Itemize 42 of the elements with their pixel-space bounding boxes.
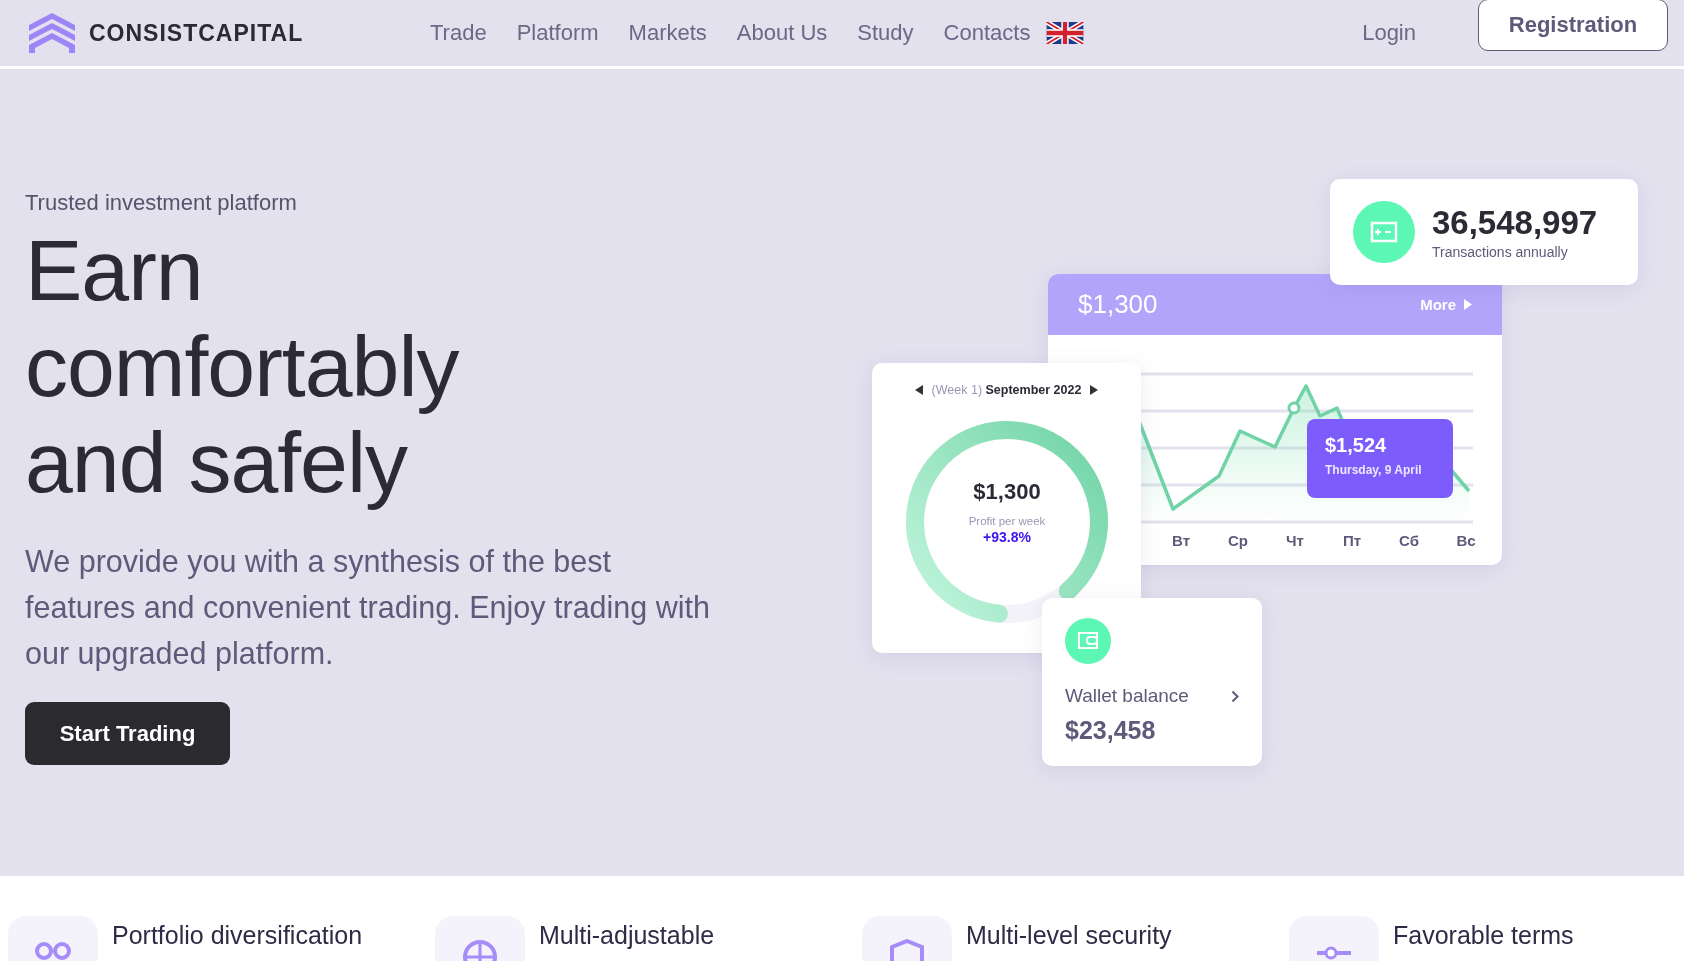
- tooltip-date: Thursday, 9 April: [1325, 463, 1423, 477]
- nav-link[interactable]: Study: [857, 20, 914, 46]
- profit-change: +93.8%: [982, 529, 1032, 545]
- profit-label: Profit per week: [967, 515, 1047, 527]
- day-label: Пт: [1341, 532, 1363, 549]
- stats-label: Transactions annually: [1432, 244, 1569, 260]
- feature-title: Multi-adjustable: [539, 920, 715, 951]
- profit-amount: $1,300: [972, 479, 1042, 505]
- wallet-label: Wallet balance: [1065, 685, 1189, 707]
- nav-link[interactable]: Contacts: [943, 20, 1031, 46]
- more-link[interactable]: More: [1420, 296, 1472, 313]
- wallet-icon: [1065, 618, 1111, 664]
- calculator-icon: [1353, 201, 1415, 263]
- registration-button[interactable]: Registration: [1478, 0, 1668, 51]
- feature-title: Multi-level security: [966, 920, 1172, 951]
- login-link[interactable]: Login: [1362, 20, 1416, 46]
- day-label: Сб: [1398, 532, 1420, 549]
- week-label: (Week 1) September 2022: [931, 383, 1082, 397]
- hero-eyebrow: Trusted investment platform: [25, 190, 298, 216]
- hero-title: Earn comfortably and safely: [25, 222, 460, 510]
- stats-value: 36,548,997: [1432, 204, 1598, 242]
- nav-link[interactable]: About Us: [736, 20, 828, 46]
- nav-link[interactable]: Markets: [628, 20, 707, 46]
- nav-link[interactable]: Trade: [430, 20, 487, 46]
- day-label: Чт: [1285, 532, 1305, 549]
- day-label: Вт: [1171, 532, 1191, 549]
- uk-flag-icon[interactable]: [1046, 22, 1085, 44]
- day-label: Ср: [1227, 532, 1249, 549]
- hero-text: We provide you with a synthesis of the best features and convenient trading. Enjoy trading with our upgraded platform.: [25, 543, 711, 673]
- chevron-right-icon[interactable]: [1231, 689, 1239, 703]
- caret-icon: [1464, 299, 1472, 310]
- feature-title: Favorable terms: [1393, 920, 1574, 951]
- feature-title: Portfolio diversification: [112, 920, 363, 951]
- next-arrow-icon[interactable]: [1090, 385, 1099, 395]
- nav-link[interactable]: Platform: [516, 20, 599, 46]
- start-trading-button[interactable]: Start Trading: [25, 702, 230, 765]
- logo-text: CONSISTCAPITAL: [89, 19, 304, 47]
- chart-amount: $1,300: [1078, 289, 1158, 320]
- wallet-amount: $23,458: [1065, 716, 1157, 745]
- day-label: Вс: [1455, 532, 1477, 549]
- previous-arrow-icon[interactable]: [914, 385, 923, 395]
- tooltip-value: $1,524: [1325, 434, 1388, 457]
